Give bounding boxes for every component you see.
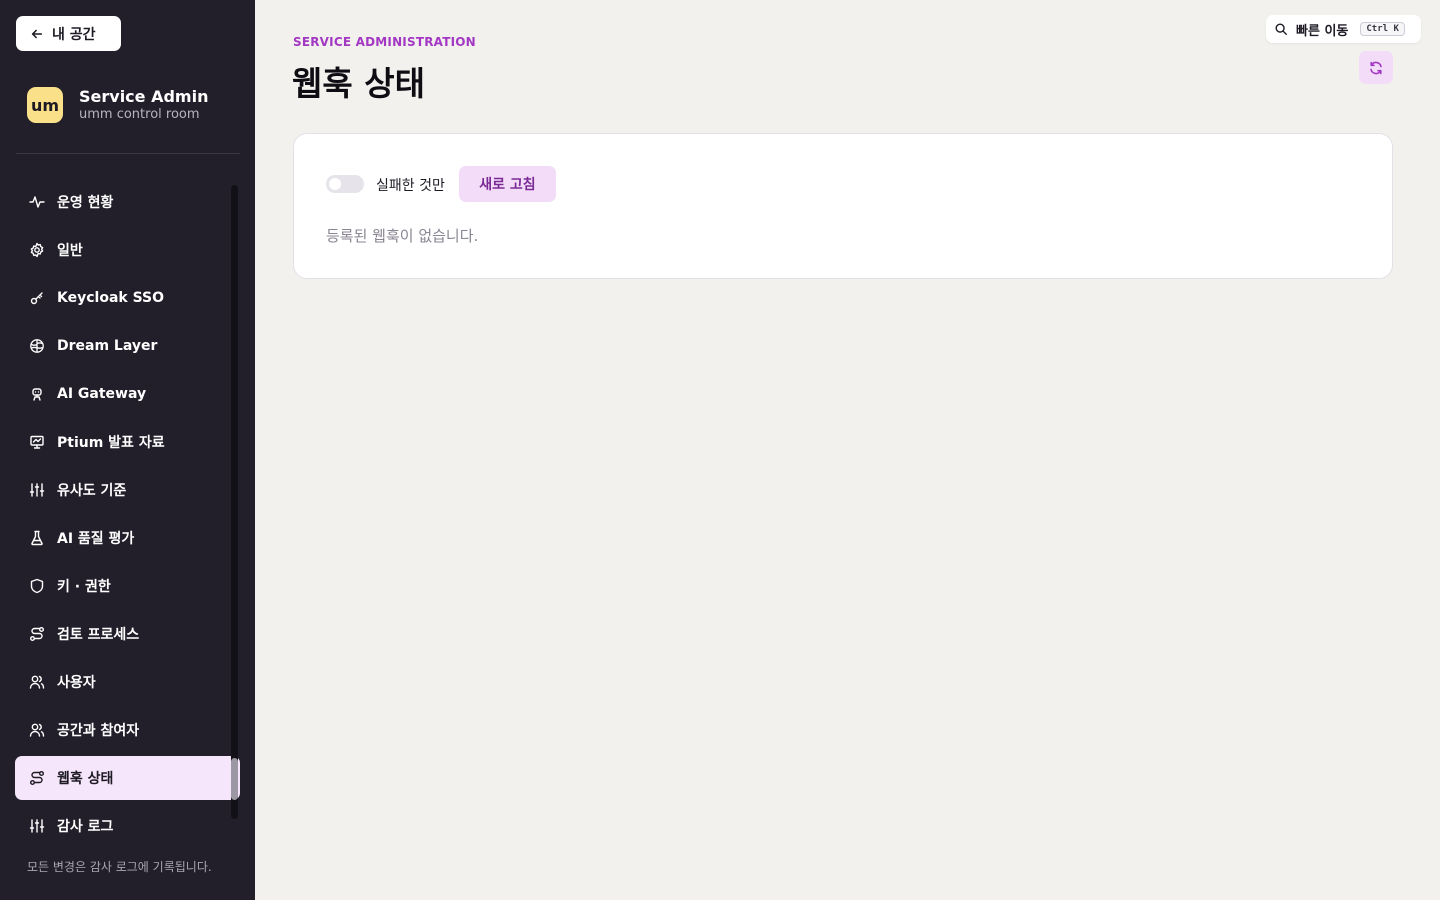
- flask-icon: [31, 530, 43, 546]
- sidebar-divider: [16, 153, 240, 154]
- arrow-left-icon: [31, 29, 43, 38]
- sidebar-item-label: 운영 현황: [57, 195, 114, 211]
- sidebar-item-dream-layer[interactable]: Dream Layer: [15, 324, 240, 368]
- sidebar-item-ai-quality[interactable]: AI 품질 평가: [15, 516, 240, 560]
- sidebar-item-label: 감사 로그: [57, 819, 114, 835]
- users-icon: [29, 675, 45, 689]
- sidebar-item-ai-gateway[interactable]: AI Gateway: [15, 372, 240, 416]
- sidebar-item-label: 유사도 기준: [57, 483, 127, 499]
- sidebar-item-label: 공간과 참여자: [57, 723, 140, 739]
- sidebar-item-label: Ptium 발표 자료: [57, 435, 165, 451]
- sidebar-item-keycloak-sso[interactable]: Keycloak SSO: [15, 276, 240, 320]
- quick-jump-button[interactable]: 빠른 이동 Ctrl K: [1266, 15, 1421, 43]
- sidebar-item-spaces-members[interactable]: 공간과 참여자: [15, 708, 240, 752]
- empty-state-text: 등록된 웹훅이 없습니다.: [326, 227, 479, 245]
- sidebar-item-label: 사용자: [57, 675, 96, 691]
- sidebar-item-ptium-slides[interactable]: Ptium 발표 자료: [15, 420, 240, 464]
- sidebar-footnote: 모든 변경은 감사 로그에 기록됩니다.: [27, 860, 212, 874]
- sidebar-nav: 운영 현황 일반 Keycloak SSO Dream Layer AI Gat…: [15, 180, 240, 852]
- keyboard-shortcut: Ctrl K: [1360, 22, 1405, 36]
- users-icon: [29, 723, 45, 737]
- shield-icon: [30, 578, 44, 594]
- brand-title: Service Admin: [79, 86, 209, 106]
- sidebar-item-review-process[interactable]: 검토 프로세스: [15, 612, 240, 656]
- refresh-icon: [1370, 61, 1382, 74]
- webhook-card: 실패한 것만 새로 고침 등록된 웹훅이 없습니다.: [293, 133, 1393, 279]
- sidebar-item-label: Keycloak SSO: [57, 290, 165, 306]
- sidebar-item-label: 검토 프로세스: [57, 627, 140, 643]
- sidebar-scrollbar-thumb[interactable]: [231, 758, 238, 800]
- sidebar-item-label: 키 · 권한: [57, 579, 111, 595]
- brand-subtitle: umm control room: [79, 106, 200, 122]
- presentation-icon: [30, 435, 44, 449]
- sidebar-item-audit-log[interactable]: 감사 로그: [15, 804, 240, 848]
- gear-icon: [30, 242, 44, 258]
- sidebar-item-label: AI 품질 평가: [57, 531, 135, 547]
- brain-icon: [30, 339, 44, 353]
- quick-jump-label: 빠른 이동: [1296, 23, 1349, 39]
- sidebar-item-label: Dream Layer: [57, 338, 158, 354]
- robot-icon: [32, 388, 42, 401]
- reload-button[interactable]: [1359, 51, 1393, 84]
- sidebar-item-label: 일반: [57, 243, 83, 259]
- sidebar-item-operations[interactable]: 운영 현황: [15, 180, 240, 224]
- back-button-label: 내 공간: [52, 26, 96, 43]
- brand-logo: um: [27, 87, 63, 123]
- sidebar-item-users[interactable]: 사용자: [15, 660, 240, 704]
- sidebar-item-general[interactable]: 일반: [15, 228, 240, 272]
- search-icon: [1275, 23, 1287, 35]
- toggle-knob: [329, 178, 341, 190]
- refresh-button[interactable]: 새로 고침: [459, 166, 556, 202]
- sidebar-scrollbar-track[interactable]: [231, 185, 238, 819]
- back-to-my-space-button[interactable]: 내 공간: [16, 16, 121, 51]
- sidebar-item-keys-permissions[interactable]: 키 · 권한: [15, 564, 240, 608]
- activity-icon: [29, 196, 45, 208]
- brand: um Service Admin umm control room: [27, 85, 208, 125]
- failed-only-label: 실패한 것만: [376, 178, 445, 194]
- sidebar: 내 공간 um Service Admin umm control room 운…: [0, 0, 255, 900]
- key-icon: [30, 292, 43, 305]
- sidebar-item-similarity[interactable]: 유사도 기준: [15, 468, 240, 512]
- page-eyebrow: SERVICE ADMINISTRATION: [293, 35, 476, 49]
- sliders-icon: [29, 483, 45, 497]
- route-icon: [30, 771, 44, 785]
- sidebar-item-webhook-status[interactable]: 웹훅 상태: [15, 756, 240, 800]
- route-icon: [30, 627, 44, 641]
- sliders-icon: [29, 819, 45, 833]
- page-title: 웹훅 상태: [292, 64, 425, 103]
- sidebar-item-label: AI Gateway: [57, 386, 147, 402]
- failed-only-toggle[interactable]: [326, 175, 364, 193]
- sidebar-item-label: 웹훅 상태: [57, 771, 114, 787]
